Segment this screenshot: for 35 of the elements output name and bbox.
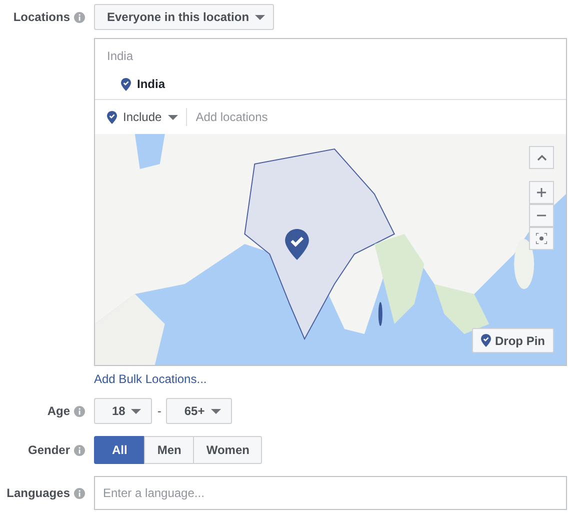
location-pin-icon [121, 78, 131, 90]
age-min-dropdown[interactable]: 18 [94, 398, 152, 424]
caret-icon [255, 14, 266, 20]
field-label: Gender [28, 443, 70, 457]
field-label: Age [47, 404, 70, 418]
field-label: Locations [13, 10, 70, 24]
gender-option[interactable]: All [94, 436, 146, 464]
info-icon[interactable] [74, 444, 85, 456]
plus-icon [537, 188, 546, 197]
info-icon[interactable] [74, 406, 85, 416]
info-icon[interactable] [74, 488, 85, 498]
map-marker-icon [285, 229, 309, 260]
caret-icon [168, 114, 178, 120]
recenter-button[interactable] [529, 227, 554, 250]
search-header: India [106, 48, 134, 65]
chevron-up-icon [536, 154, 546, 160]
collapse-map-button[interactable] [529, 146, 554, 169]
focus-icon [536, 233, 547, 244]
drop-pin-button[interactable]: Drop Pin [472, 328, 554, 353]
location-pin-icon [481, 334, 491, 347]
gender-option[interactable]: Women [193, 436, 262, 464]
audience-dropdown[interactable]: Everyone in this location [94, 4, 274, 30]
location-pin-icon [107, 110, 117, 124]
info-icon[interactable] [74, 12, 85, 22]
selected-location[interactable]: India [137, 77, 166, 91]
age-max-dropdown[interactable]: 65+ [166, 398, 232, 424]
add-bulk-locations-link[interactable]: Add Bulk Locations... [94, 372, 207, 386]
zoom-in-button[interactable] [529, 181, 554, 204]
caret-icon [210, 408, 221, 414]
caret-icon [131, 408, 142, 414]
include-dropdown[interactable]: Include [107, 108, 187, 126]
range-separator: - [157, 404, 162, 418]
gender-option[interactable]: Men [144, 436, 194, 464]
language-field[interactable]: Enter a language... [94, 476, 567, 510]
field-label: Languages [6, 486, 70, 500]
